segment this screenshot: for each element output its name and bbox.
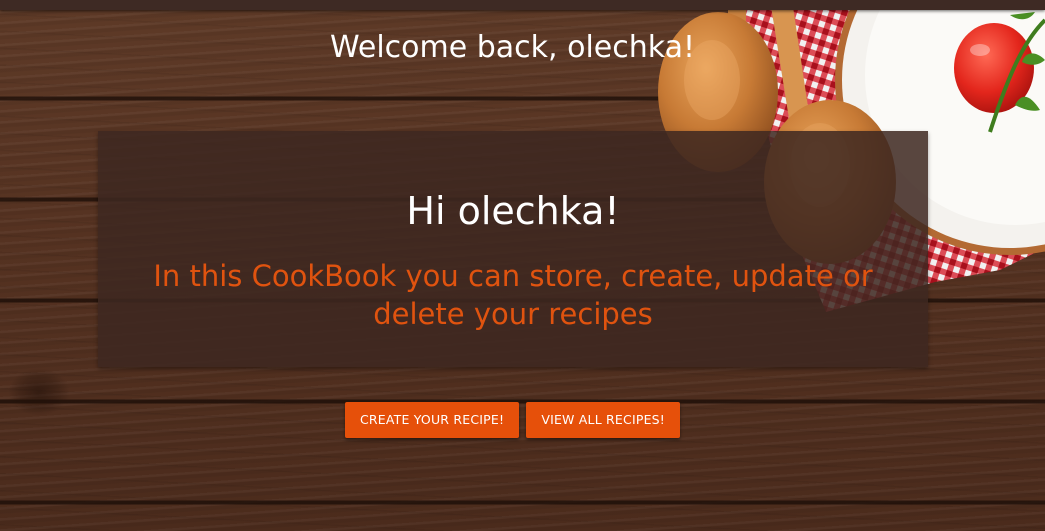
- view-all-recipes-button[interactable]: VIEW ALL RECIPES!: [526, 402, 681, 438]
- welcome-heading: Welcome back, olechka!: [329, 30, 696, 65]
- intro-card: Hi olechka! In this CookBook you can sto…: [98, 131, 928, 367]
- top-navbar: [0, 0, 1045, 10]
- card-description: In this CookBook you can store, create, …: [153, 259, 873, 331]
- action-buttons: CREATE YOUR RECIPE! VIEW ALL RECIPES!: [0, 402, 1025, 438]
- card-greeting: Hi olechka!: [406, 189, 620, 233]
- create-recipe-button[interactable]: CREATE YOUR RECIPE!: [344, 402, 520, 438]
- home-page: Welcome back, olechka! Hi olechka! In th…: [0, 0, 1045, 531]
